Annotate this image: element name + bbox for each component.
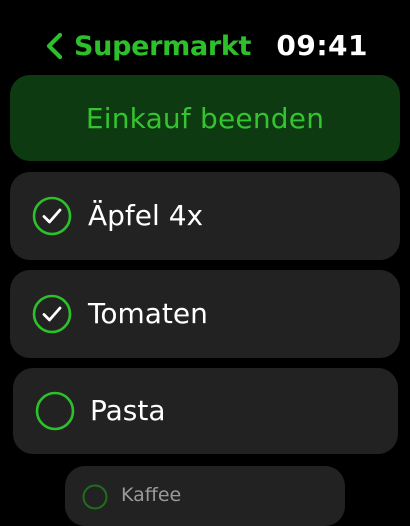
list-item-label: Tomaten: [88, 297, 208, 330]
finish-shopping-label: Einkauf beenden: [85, 101, 325, 135]
list-item-tomaten[interactable]: Tomaten: [10, 270, 400, 358]
list-item-label: Äpfel 4x: [88, 199, 204, 232]
list-item-label: Pasta: [90, 394, 166, 427]
finish-shopping-button[interactable]: Einkauf beenden: [10, 75, 400, 161]
list-item-label: Kaffee: [121, 484, 182, 506]
list-item-kaffee[interactable]: Kaffee: [65, 466, 345, 526]
list-item-pasta[interactable]: Pasta: [13, 368, 398, 454]
list-item-aepfel[interactable]: Äpfel 4x: [10, 172, 400, 260]
chevron-left-icon: [46, 32, 63, 60]
clock: 09:41: [276, 29, 368, 62]
back-button[interactable]: Supermarkt: [40, 26, 251, 66]
empty-circle-icon[interactable]: [35, 391, 75, 431]
checkmark-circle-icon[interactable]: [32, 294, 72, 334]
checkmark-circle-icon[interactable]: [32, 196, 72, 236]
empty-circle-icon[interactable]: [82, 484, 108, 510]
back-title: Supermarkt: [74, 30, 252, 62]
